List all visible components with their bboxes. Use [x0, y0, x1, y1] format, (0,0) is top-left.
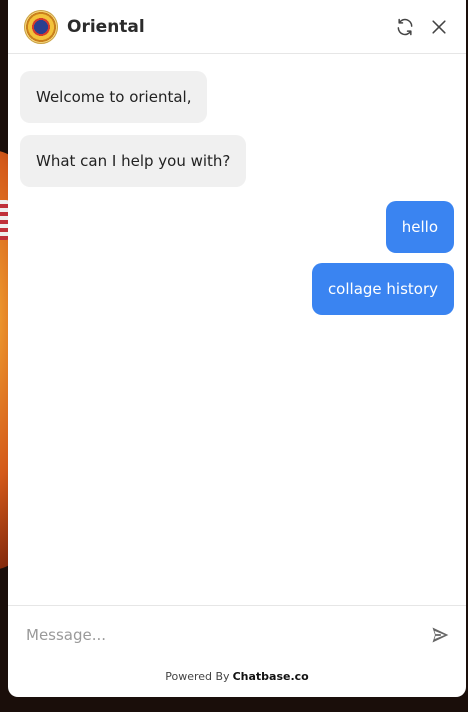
close-icon	[432, 19, 446, 34]
chat-title: Oriental	[67, 16, 145, 37]
powered-by: Powered By Chatbase.co	[8, 670, 466, 683]
bot-message: Welcome to oriental,	[20, 71, 208, 123]
send-icon	[432, 627, 449, 643]
message-list: Welcome to oriental, What can I help you…	[8, 54, 466, 605]
close-button[interactable]	[424, 12, 454, 42]
input-row	[8, 606, 466, 664]
user-message: collage history	[311, 263, 454, 315]
bot-message: What can I help you with?	[20, 135, 247, 187]
refresh-button[interactable]	[390, 12, 420, 42]
user-message: hello	[385, 201, 454, 253]
chat-widget: Oriental Welcome to oriental, What can I…	[8, 0, 466, 697]
send-button[interactable]	[424, 619, 456, 651]
powered-by-brand-link[interactable]: Chatbase.co	[233, 670, 309, 683]
chat-header: Oriental	[8, 0, 466, 54]
message-input[interactable]	[24, 625, 424, 645]
refresh-icon	[397, 18, 413, 35]
college-logo-icon	[24, 9, 58, 44]
powered-by-label: Powered By	[165, 670, 230, 683]
composer: Powered ByChatbase.co	[8, 605, 466, 697]
